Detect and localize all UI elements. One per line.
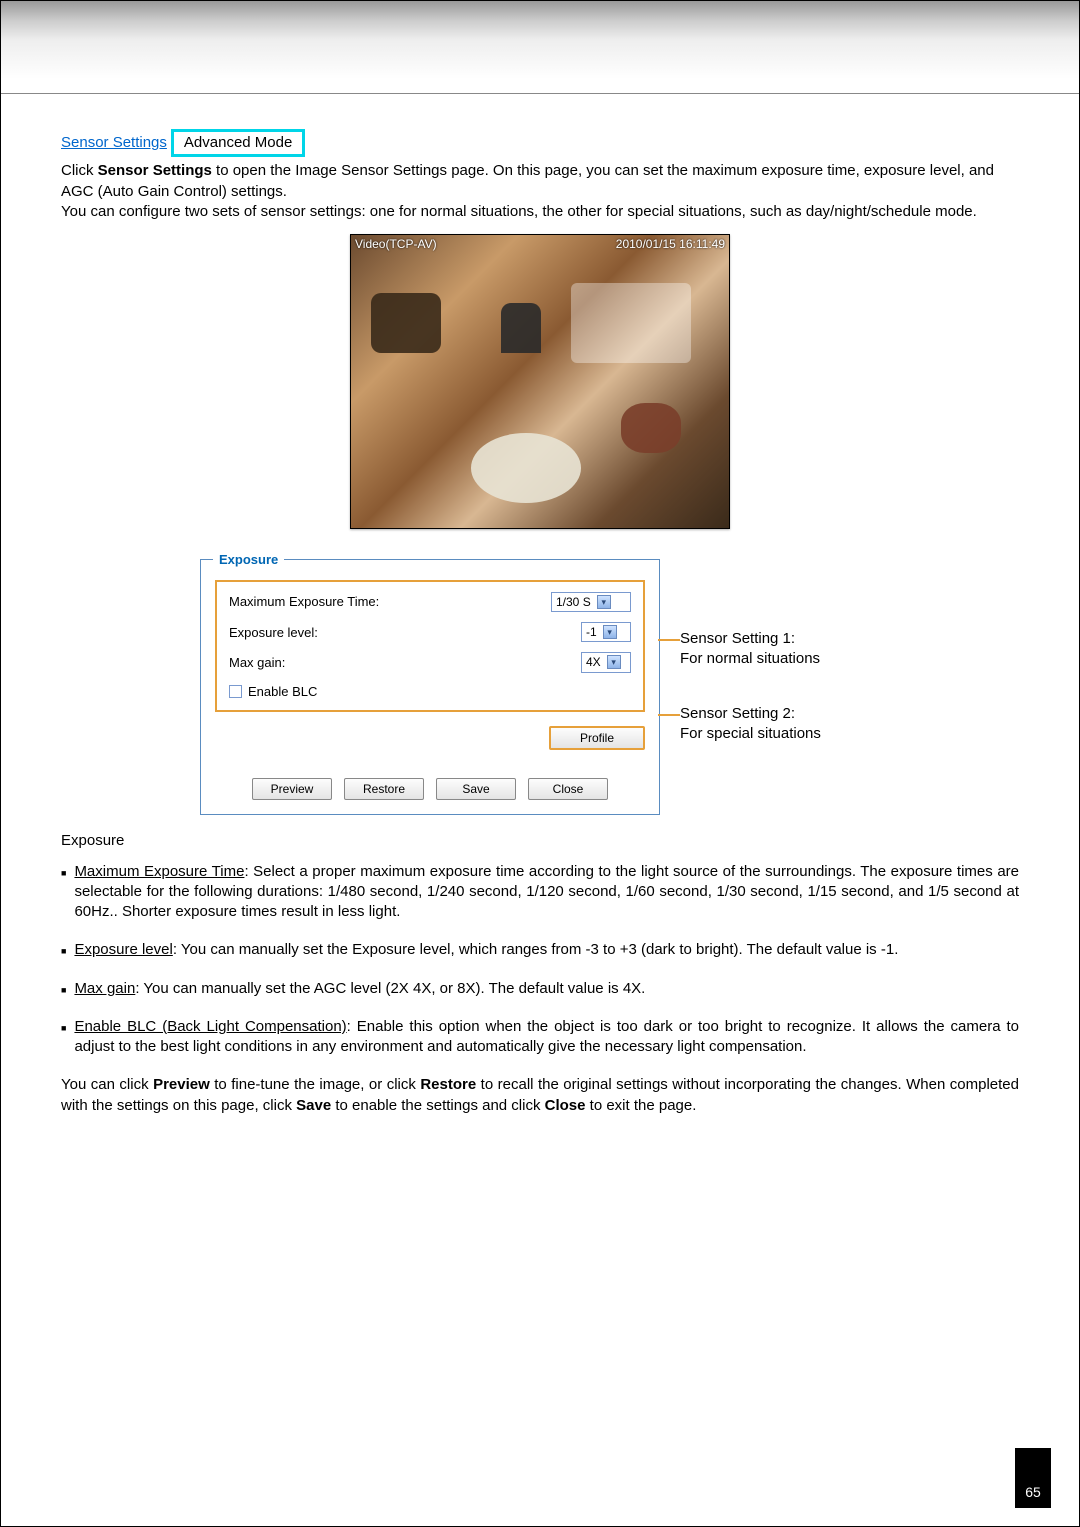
select-max-exposure[interactable]: 1/30 S ▾ <box>551 592 631 612</box>
connector-line <box>658 714 680 716</box>
heading-row: Sensor Settings Advanced Mode <box>61 129 1019 157</box>
action-button-row: Preview Restore Save Close <box>215 778 645 800</box>
intro-paragraph-2: You can configure two sets of sensor set… <box>61 202 1019 222</box>
label-exposure-level: Exposure level: <box>229 624 581 642</box>
profile-row: Profile <box>215 722 645 754</box>
sensor-setting-1-highlight: Maximum Exposure Time: 1/30 S ▾ Exposure… <box>215 580 645 712</box>
manual-page: Sensor Settings Advanced Mode Click Sens… <box>0 0 1080 1527</box>
section-subheading: Exposure <box>61 831 1019 851</box>
chevron-down-icon: ▾ <box>597 595 611 609</box>
video-codec-label: Video(TCP-AV) <box>355 236 437 252</box>
annotation-title: Sensor Setting 1: <box>680 629 880 649</box>
header-gradient <box>1 1 1079 79</box>
page-number-tab: 65 <box>1015 1448 1051 1508</box>
bullet-text: : You can manually set the Exposure leve… <box>173 941 899 958</box>
annotation-body: For special situations <box>680 724 880 744</box>
bullet-list: Maximum Exposure Time: Select a proper m… <box>61 862 1019 1058</box>
video-scene <box>351 253 729 528</box>
panel-with-annotations: Exposure Maximum Exposure Time: 1/30 S ▾… <box>200 559 880 815</box>
restore-button[interactable]: Restore <box>344 778 424 800</box>
bullet-term: Enable BLC (Back Light Compensation) <box>74 1018 346 1035</box>
advanced-mode-badge: Advanced Mode <box>171 129 305 157</box>
bullet-term: Max gain <box>74 980 135 997</box>
text: Click <box>61 162 98 179</box>
label-max-exposure: Maximum Exposure Time: <box>229 593 551 611</box>
checkbox-enable-blc[interactable] <box>229 685 242 698</box>
video-preview: Video(TCP-AV) 2010/01/15 16:11:49 <box>350 234 730 529</box>
bullet-term: Maximum Exposure Time <box>74 863 244 880</box>
bold-term: Sensor Settings <box>98 162 212 179</box>
bullet-enable-blc: Enable BLC (Back Light Compensation): En… <box>61 1017 1019 1058</box>
closing-paragraph: You can click Preview to fine-tune the i… <box>61 1075 1019 1116</box>
page-content: Sensor Settings Advanced Mode Click Sens… <box>1 94 1079 1116</box>
chevron-down-icon: ▾ <box>607 655 621 669</box>
select-max-gain[interactable]: 4X ▾ <box>581 652 631 672</box>
row-max-exposure: Maximum Exposure Time: 1/30 S ▾ <box>229 592 631 612</box>
connector-line <box>658 639 680 641</box>
video-timestamp: 2010/01/15 16:11:49 <box>616 236 725 252</box>
select-value: -1 <box>586 624 597 640</box>
annotation-title: Sensor Setting 2: <box>680 704 880 724</box>
profile-button[interactable]: Profile <box>549 726 645 750</box>
chevron-down-icon: ▾ <box>603 625 617 639</box>
label-enable-blc: Enable BLC <box>248 683 317 701</box>
sensor-settings-link[interactable]: Sensor Settings <box>61 133 167 153</box>
preview-button[interactable]: Preview <box>252 778 332 800</box>
page-number: 65 <box>1025 1483 1041 1502</box>
bullet-exposure-level: Exposure level: You can manually set the… <box>61 940 1019 960</box>
panel-legend: Exposure <box>213 551 284 569</box>
row-exposure-level: Exposure level: -1 ▾ <box>229 622 631 642</box>
row-enable-blc: Enable BLC <box>229 683 631 701</box>
select-exposure-level[interactable]: -1 ▾ <box>581 622 631 642</box>
video-overlay-bar: Video(TCP-AV) 2010/01/15 16:11:49 <box>351 235 729 253</box>
bullet-max-exposure: Maximum Exposure Time: Select a proper m… <box>61 862 1019 923</box>
annotation-sensor-1: Sensor Setting 1: For normal situations <box>680 629 880 670</box>
intro-paragraph-1: Click Sensor Settings to open the Image … <box>61 161 1019 202</box>
label-max-gain: Max gain: <box>229 654 581 672</box>
select-value: 1/30 S <box>556 594 591 610</box>
save-button[interactable]: Save <box>436 778 516 800</box>
bullet-max-gain: Max gain: You can manually set the AGC l… <box>61 979 1019 999</box>
bullet-text: : You can manually set the AGC level (2X… <box>135 980 645 997</box>
annotation-column: Sensor Setting 1: For normal situations … <box>660 559 880 744</box>
annotation-sensor-2: Sensor Setting 2: For special situations <box>680 704 880 745</box>
exposure-panel: Exposure Maximum Exposure Time: 1/30 S ▾… <box>200 559 660 815</box>
annotation-body: For normal situations <box>680 649 880 669</box>
close-button[interactable]: Close <box>528 778 608 800</box>
row-max-gain: Max gain: 4X ▾ <box>229 652 631 672</box>
select-value: 4X <box>586 654 601 670</box>
screenshot-area: Video(TCP-AV) 2010/01/15 16:11:49 Exposu… <box>61 234 1019 815</box>
bullet-term: Exposure level <box>74 941 172 958</box>
